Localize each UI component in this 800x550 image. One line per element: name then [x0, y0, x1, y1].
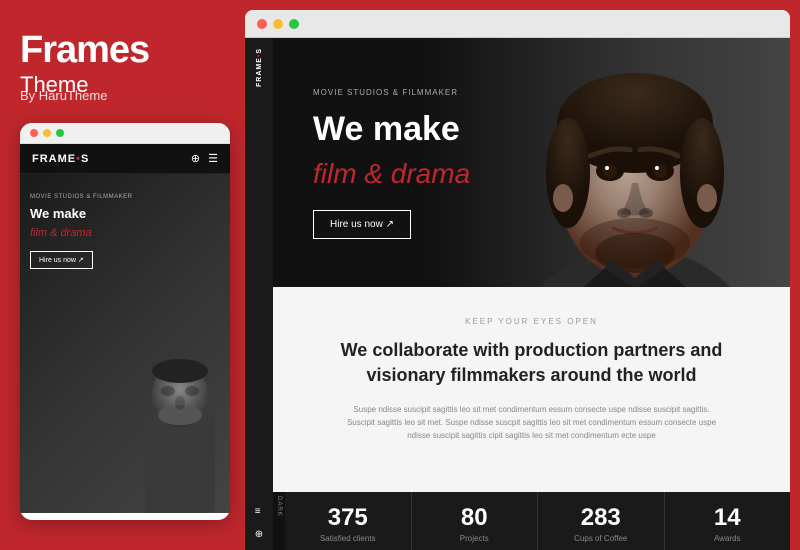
left-panel: Frames Theme By HaruTheme FRAME•S ⊕ ☰	[0, 0, 245, 550]
desktop-dot-red	[257, 19, 267, 29]
mobile-hero-content: MOVIE STUDIOS & FILMMAKER We make film &…	[30, 194, 133, 269]
desktop-browser-bar	[245, 10, 790, 38]
stat-label-clients: Satisfied clients	[295, 534, 401, 543]
stat-number-coffee: 283	[548, 506, 654, 530]
stat-item-clients: 375 Satisfied clients	[285, 492, 412, 550]
desktop-section2: KEEP YOUR EYES OPEN We collaborate with …	[273, 287, 790, 493]
desktop-sidebar: FRAME•S ≡ ⊕	[245, 38, 273, 550]
mobile-browser-bar	[20, 123, 230, 144]
sidebar-menu-icon[interactable]: ≡	[255, 506, 263, 517]
stat-label-projects: Projects	[422, 534, 528, 543]
desktop-mockup: FRAME•S ≡ ⊕	[245, 10, 790, 550]
mobile-dot-red	[30, 129, 38, 137]
stat-number-clients: 375	[295, 506, 401, 530]
theme-heading: Frames Theme By HaruTheme	[20, 30, 225, 103]
stat-item-projects: 80 Projects	[412, 492, 539, 550]
mobile-nav: FRAME•S ⊕ ☰	[20, 144, 230, 174]
mobile-nav-icons: ⊕ ☰	[191, 152, 218, 165]
section2-headline: We collaborate with production partners …	[332, 338, 732, 388]
mobile-hero: MOVIE STUDIOS & FILMMAKER We make film &…	[20, 174, 230, 513]
mobile-content: FRAME•S ⊕ ☰	[20, 144, 230, 513]
stat-label-awards: Awards	[675, 534, 781, 543]
menu-icon[interactable]: ☰	[208, 152, 218, 165]
mobile-tag: MOVIE STUDIOS & FILMMAKER	[30, 194, 133, 200]
desktop-main: MOVIE STUDIOS & FILMMAKER We make film &…	[273, 38, 790, 550]
desktop-cta-button[interactable]: Hire us now ↗	[313, 210, 411, 239]
dark-label: Dark	[273, 492, 285, 550]
mobile-subheadline: film & drama	[30, 227, 133, 239]
desktop-headline: We make	[313, 109, 470, 150]
stat-item-coffee: 283 Cups of Coffee	[538, 492, 665, 550]
theme-author: By HaruTheme	[20, 88, 225, 103]
mobile-logo: FRAME•S	[32, 153, 89, 165]
desktop-logo: FRAME•S	[256, 48, 263, 87]
mobile-cta-button[interactable]: Hire us now ↗	[30, 251, 93, 269]
desktop-logo-dot: •	[256, 54, 263, 57]
stats-bar: Dark 375 Satisfied clients 80 Projects 2…	[273, 492, 790, 550]
desktop-subheadline: film & drama	[313, 158, 470, 190]
desktop-person-svg	[450, 38, 790, 287]
desktop-hero: MOVIE STUDIOS & FILMMAKER We make film &…	[273, 38, 790, 287]
mobile-mockup: FRAME•S ⊕ ☰	[20, 123, 230, 520]
section2-eyebrow: KEEP YOUR EYES OPEN	[313, 317, 750, 326]
desktop-dot-green	[289, 19, 299, 29]
section2-body: Suspe ndisse suscipit sagittis leo sit m…	[342, 404, 722, 442]
stat-item-awards: 14 Awards	[665, 492, 791, 550]
mobile-headline: We make	[30, 206, 133, 223]
desktop-hero-content: MOVIE STUDIOS & FILMMAKER We make film &…	[313, 88, 470, 239]
mobile-dot-yellow	[43, 129, 51, 137]
stat-number-projects: 80	[422, 506, 528, 530]
stat-number-awards: 14	[675, 506, 781, 530]
desktop-sidebar-icons: ≡ ⊕	[255, 506, 263, 540]
stat-label-coffee: Cups of Coffee	[548, 534, 654, 543]
desktop-tag: MOVIE STUDIOS & FILMMAKER	[313, 88, 470, 97]
mobile-dot-green	[56, 129, 64, 137]
mobile-person-svg	[130, 353, 230, 513]
theme-title: Frames	[20, 30, 225, 72]
sidebar-search-icon[interactable]: ⊕	[255, 529, 263, 540]
desktop-content: FRAME•S ≡ ⊕	[245, 38, 790, 550]
search-icon[interactable]: ⊕	[191, 152, 200, 165]
desktop-dot-yellow	[273, 19, 283, 29]
